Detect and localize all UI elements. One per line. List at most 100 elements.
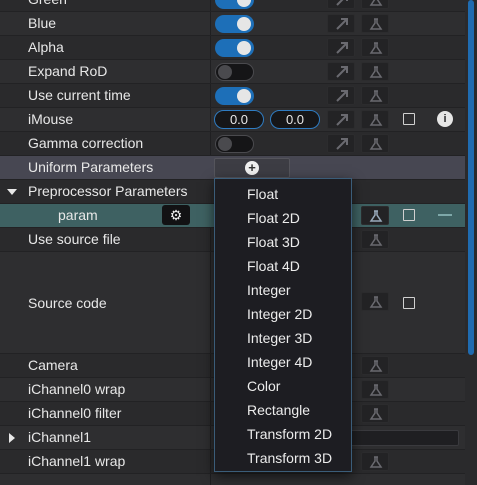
flask-button[interactable] [361,38,389,57]
flask-icon [369,18,383,30]
collapse-arrow-icon[interactable] [9,433,15,443]
label-camera: Camera [28,357,78,373]
row-gamma-correction: Gamma correction [0,132,465,156]
flask-icon [369,138,383,150]
link-button[interactable] [327,86,355,105]
flask-button[interactable] [361,404,389,423]
menu-item-integer-2d[interactable]: Integer 2D [215,302,351,326]
flask-icon [369,114,383,126]
param-checkbox[interactable] [403,209,415,221]
flask-icon [369,0,383,6]
flask-button[interactable] [361,14,389,33]
link-arrow-icon [336,66,348,78]
label-blue: Blue [28,15,57,31]
flask-button[interactable] [361,0,389,9]
row-uniform-parameters: Uniform Parameters + [0,156,465,180]
flask-button[interactable] [361,86,389,105]
flask-button[interactable] [361,380,389,399]
link-button[interactable] [327,110,355,129]
uniform-type-menu: Float Float 2D Float 3D Float 4D Integer… [214,178,352,472]
label-ichannel0-filter: iChannel0 filter [28,405,122,421]
label-gamma-correction: Gamma correction [28,135,144,151]
imouse-y-field[interactable]: 0.0 [270,110,320,129]
label-preprocessor-parameters: Preprocessor Parameters [28,183,188,199]
link-arrow-icon [336,42,348,54]
gear-icon[interactable]: ⚙ [162,205,190,225]
menu-item-transform-2d[interactable]: Transform 2D [215,422,351,446]
flask-icon [369,66,383,78]
toggle-expand-rod[interactable] [215,63,254,81]
source-code-checkbox[interactable] [403,297,415,309]
label-ichannel1: iChannel1 [28,429,92,445]
expand-arrow-icon[interactable] [7,189,17,195]
flask-button[interactable] [361,110,389,129]
scrollbar-thumb[interactable] [468,0,474,355]
label-alpha: Alpha [28,39,64,55]
ichannel1-field[interactable] [345,430,459,446]
toggle-gamma-correction[interactable] [215,135,254,153]
toggle-blue[interactable] [215,15,254,33]
flask-icon [369,360,383,372]
link-button[interactable] [327,134,355,153]
imouse-checkbox[interactable] [403,113,415,125]
label-use-current-time: Use current time [28,87,131,103]
scrollbar[interactable] [465,0,477,485]
row-green: Green [0,0,465,12]
menu-item-integer[interactable]: Integer [215,278,351,302]
flask-button[interactable] [361,134,389,153]
menu-item-float-3d[interactable]: Float 3D [215,230,351,254]
toggle-use-current-time[interactable] [215,87,254,105]
menu-item-float[interactable]: Float [215,182,351,206]
minus-icon[interactable] [438,214,452,216]
menu-item-integer-4d[interactable]: Integer 4D [215,350,351,374]
flask-icon [369,42,383,54]
label-expand-rod: Expand RoD [28,63,108,79]
row-use-current-time: Use current time [0,84,465,108]
link-button[interactable] [327,0,355,9]
info-icon[interactable]: i [437,111,453,127]
label-imouse: iMouse [28,111,74,127]
flask-button[interactable] [361,230,389,249]
flask-button[interactable] [361,292,389,311]
row-blue: Blue [0,12,465,36]
flask-icon [369,90,383,102]
label-green: Green [28,0,67,11]
flask-icon [369,384,383,396]
flask-button[interactable] [361,62,389,81]
link-arrow-icon [336,90,348,102]
menu-item-rectangle[interactable]: Rectangle [215,398,351,422]
menu-item-float-2d[interactable]: Float 2D [215,206,351,230]
imouse-x-field[interactable]: 0.0 [214,110,264,129]
toggle-alpha[interactable] [215,39,254,57]
row-imouse: iMouse 0.0 0.0 i [0,108,465,132]
flask-icon [369,234,383,246]
row-partial [0,474,465,485]
row-alpha: Alpha [0,36,465,60]
link-button[interactable] [327,14,355,33]
flask-icon [369,408,383,420]
link-arrow-icon [336,138,348,150]
flask-icon [369,210,383,222]
menu-item-transform-3d[interactable]: Transform 3D [215,446,351,470]
toggle-green[interactable] [215,0,254,9]
row-expand-rod: Expand RoD [0,60,465,84]
flask-button[interactable] [361,452,389,471]
menu-item-float-4d[interactable]: Float 4D [215,254,351,278]
link-arrow-icon [336,18,348,30]
label-param: param [58,207,98,223]
label-uniform-parameters: Uniform Parameters [28,159,154,175]
menu-item-color[interactable]: Color [215,374,351,398]
flask-icon [369,296,383,308]
flask-button[interactable] [361,206,389,225]
link-button[interactable] [327,38,355,57]
link-arrow-icon [336,114,348,126]
label-source-code: Source code [28,295,107,311]
link-button[interactable] [327,62,355,81]
menu-item-integer-3d[interactable]: Integer 3D [215,326,351,350]
label-use-source-file: Use source file [28,231,121,247]
link-arrow-icon [336,0,348,6]
add-uniform-button[interactable]: + [214,158,290,178]
flask-icon [369,456,383,468]
flask-button[interactable] [361,356,389,375]
plus-circle-icon: + [245,161,259,175]
